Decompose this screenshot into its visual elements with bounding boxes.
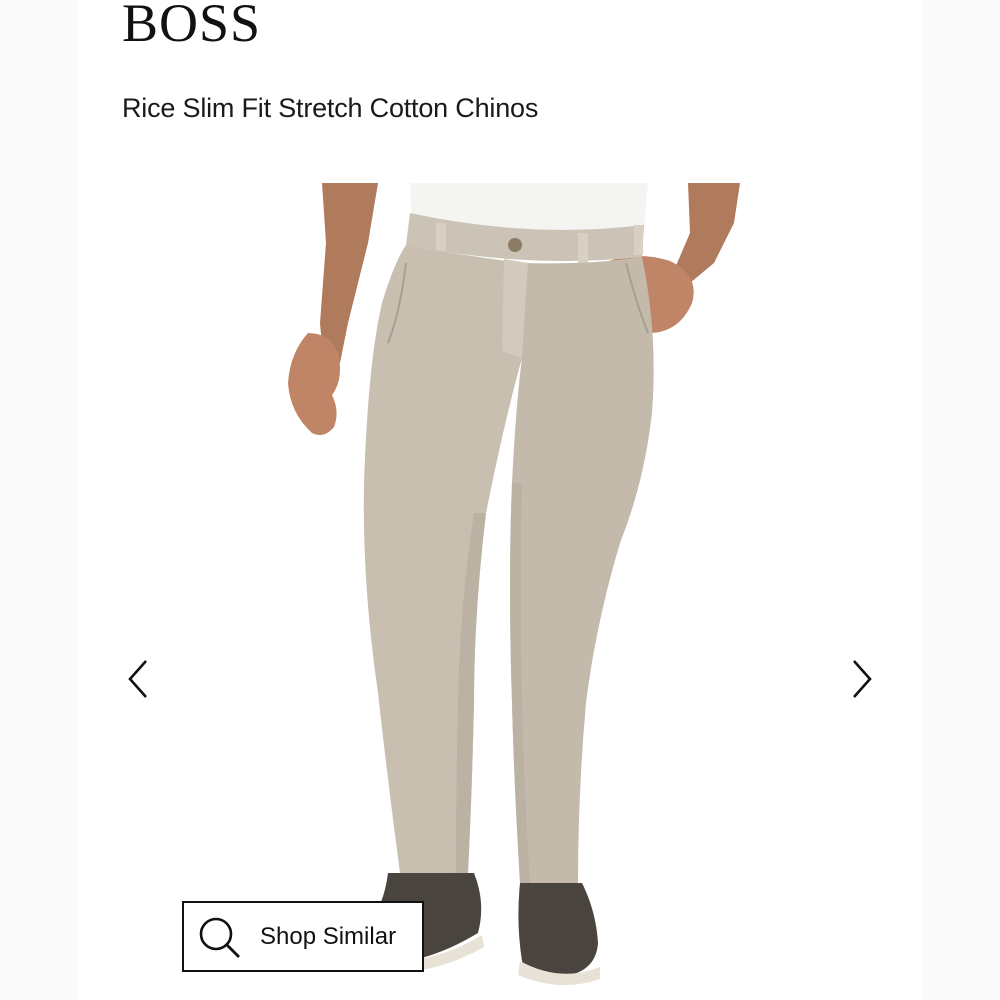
chino-left-leg [363,245,522,873]
belt-loop [578,233,588,265]
waist-button [508,238,522,252]
product-title: Rice Slim Fit Stretch Cotton Chinos [122,93,539,123]
chevron-left-icon [128,660,147,698]
brand-logo[interactable]: BOSS [122,0,261,54]
search-icon [199,917,240,958]
gallery-next-button[interactable] [840,655,884,703]
page-edge-left [0,0,78,1000]
belt-loop [634,225,643,255]
chevron-right-icon [853,660,872,698]
shop-similar-button[interactable]: Shop Similar [182,901,424,972]
belt-loop [436,223,446,255]
page-edge-right [922,0,1000,1000]
shop-similar-label: Shop Similar [260,922,397,950]
model-right-arm [672,183,740,283]
product-image[interactable] [260,183,760,1000]
gallery-prev-button[interactable] [116,655,160,703]
right-shoe [518,883,598,977]
model-left-hand [288,333,340,435]
chino-right-leg [510,257,654,883]
